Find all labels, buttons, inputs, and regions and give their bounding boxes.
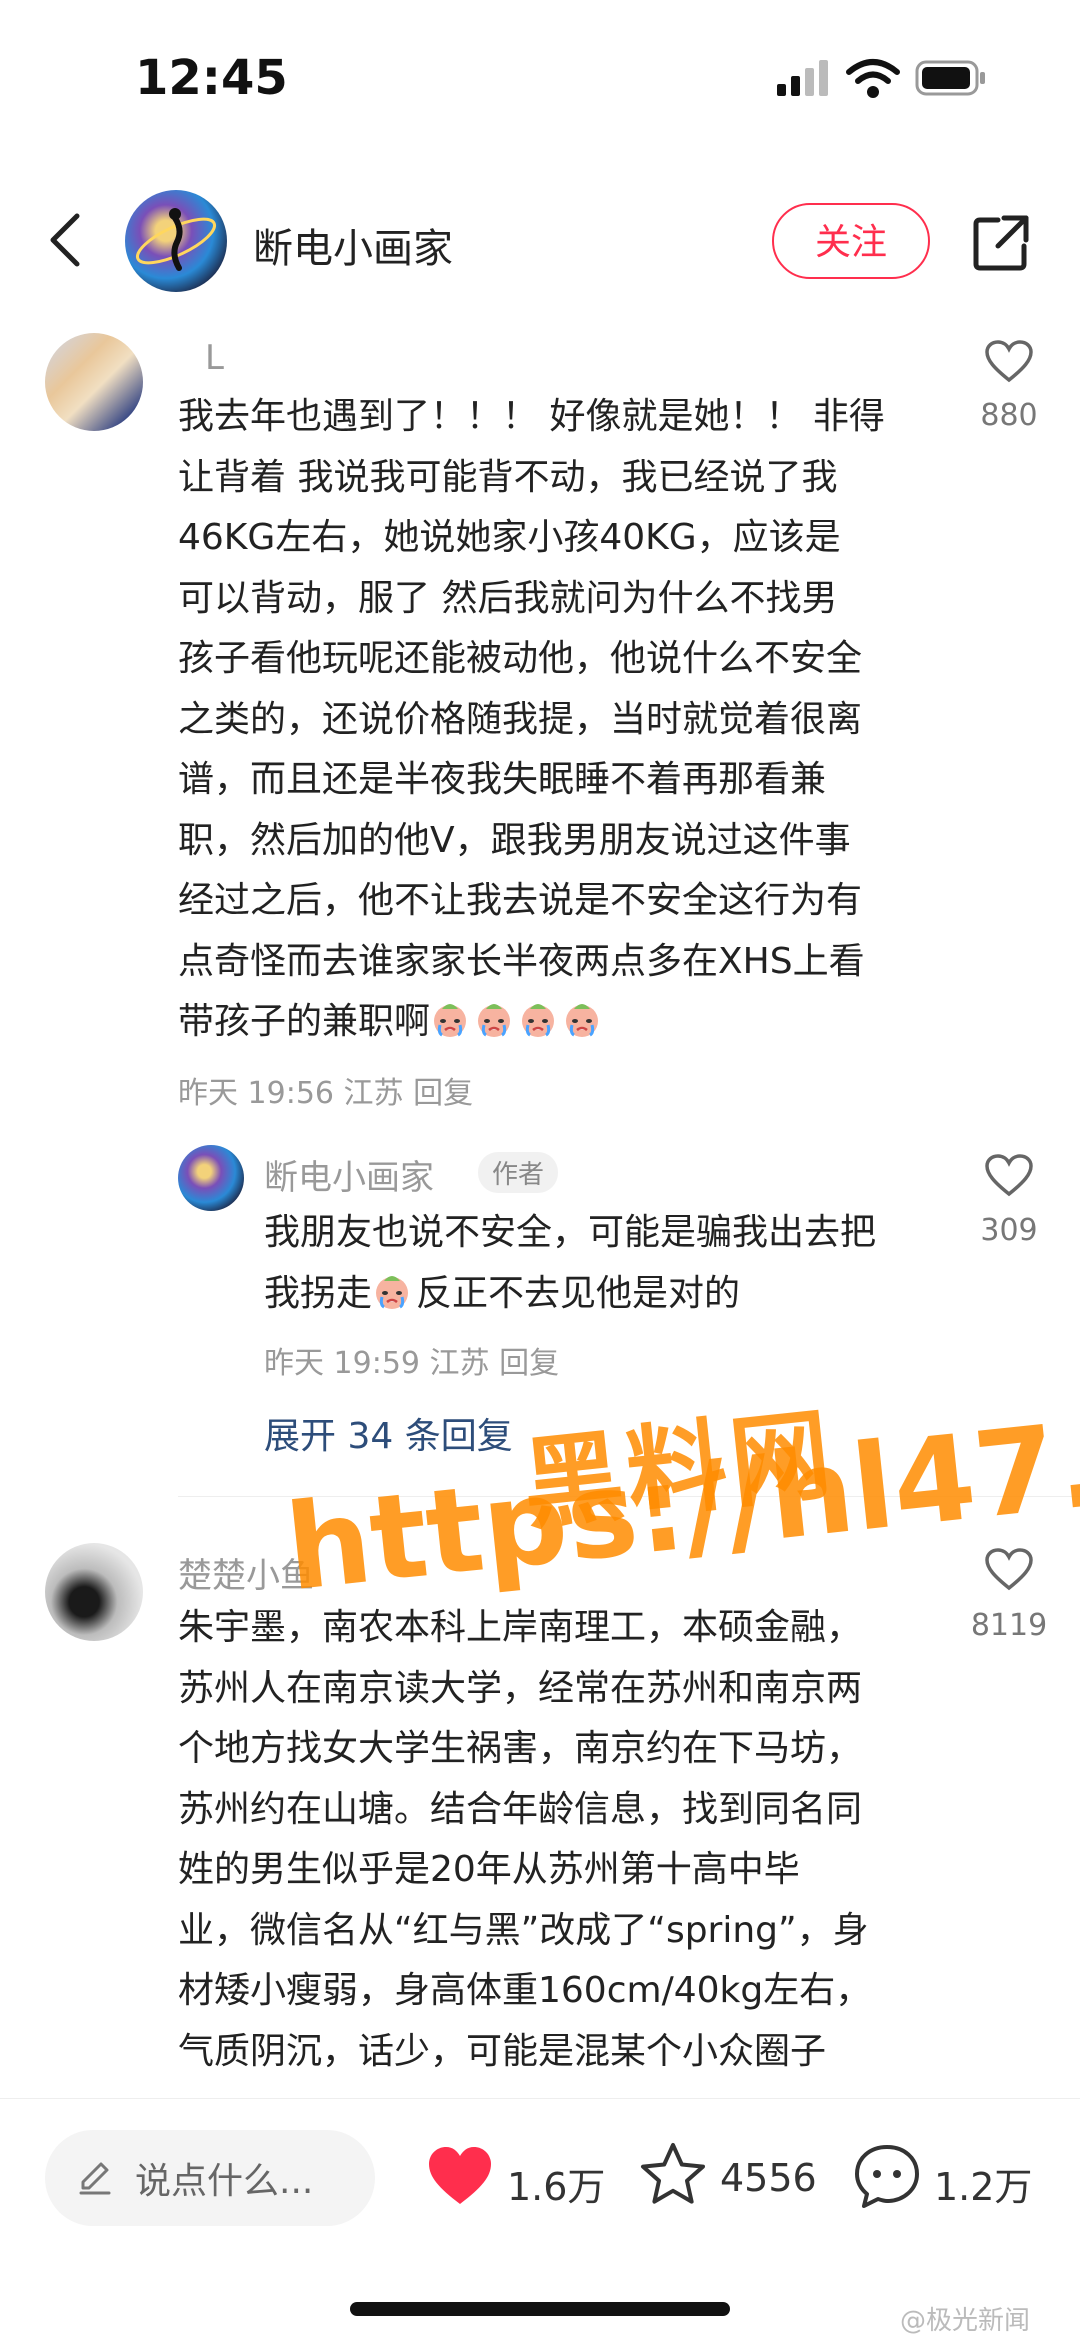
commenter-avatar[interactable] (45, 333, 143, 431)
crying-face-emoji-icon (478, 1004, 511, 1037)
comment-body: 我去年也遇到了！！！ 好像就是她！！ 非得 让背着 我说我可能背不动，我已经说了… (178, 387, 958, 1053)
home-indicator[interactable] (350, 2302, 730, 2316)
like-count: 8119 (970, 1608, 1048, 1643)
crying-face-emoji-icon (434, 1004, 467, 1037)
like-heart-icon[interactable] (984, 340, 1034, 384)
comment-line: 之类的，还说价格随我提，当时就觉着很离 (178, 698, 863, 740)
status-time: 12:45 (135, 50, 288, 106)
comment-line: 可以背动，服了 然后我就问为什么不找男 (178, 577, 838, 619)
post-comment-count: 1.2万 (934, 2165, 1033, 2209)
comment-text: 反正不去见他是对的 (416, 1272, 741, 1314)
watermark-credit: @极光新闻 (900, 2306, 1031, 2336)
star-icon[interactable] (638, 2140, 708, 2210)
post-like-count: 1.6万 (507, 2165, 606, 2209)
wifi-icon (846, 59, 900, 98)
author-badge: 作者 (478, 1152, 559, 1193)
like-heart-icon[interactable] (984, 1548, 1034, 1592)
reply-meta[interactable]: 昨天 19:59 江苏 回复 (264, 1338, 559, 1382)
back-arrow-icon[interactable] (45, 210, 85, 270)
heart-filled-icon[interactable] (425, 2142, 495, 2212)
comment-line: 苏州人在南京读大学，经常在苏州和南京两 (178, 1667, 863, 1709)
battery-icon (915, 60, 985, 96)
like-count: 880 (980, 398, 1038, 433)
comment-line: 个地方找女大学生祸害，南京约在下马坊， (178, 1728, 863, 1769)
cellular-signal-icon (777, 60, 828, 96)
comment-line: 姓的男生似乎是20年从苏州第十高中毕 (178, 1849, 800, 1890)
dancer-figure-icon (135, 208, 217, 271)
author-name[interactable]: 断电小画家 (253, 216, 453, 274)
comment-line: 我朋友也说不安全，可能是骗我出去把 (264, 1212, 877, 1253)
comment-line: 46KG左右，她说她家小孩40KG，应该是 (178, 517, 841, 558)
comment-line: 让背着 我说我可能背不动，我已经说了我 (178, 456, 838, 498)
like-count: 309 (980, 1213, 1038, 1248)
comment-line-with-emoji: 带孩子的兼职啊 (178, 992, 958, 1053)
comment-body: 朱宇墨，南农本科上岸南理工，本硕金融， 苏州人在南京读大学，经常在苏州和南京两 … (178, 1598, 958, 2082)
follow-button[interactable]: 关注 (772, 203, 930, 279)
comment-line: 业，微信名从“红与黑”改成了“spring”，身 (178, 1909, 869, 1951)
comment-text: 带孩子的兼职啊 (178, 1001, 431, 1042)
crying-face-emoji-icon (376, 1275, 409, 1309)
comment-line: 点奇怪而去谁家家长半夜两点多在XHS上看 (178, 940, 865, 982)
crying-face-emoji-icon (566, 1004, 599, 1037)
comment-line-with-emoji: 我拐走 反正不去见他是对的 (264, 1264, 964, 1325)
commenter-avatar[interactable] (45, 1543, 143, 1641)
commenter-name[interactable]: L (205, 338, 224, 378)
comment-line: 经过之后，他不让我去说是不安全这行为有 (178, 880, 863, 921)
expand-replies-link[interactable]: 展开 34 条回复 (264, 1407, 513, 1459)
comment-line: 我去年也遇到了！！！ 好像就是她！！ 非得 (178, 396, 885, 437)
pencil-icon (79, 2162, 111, 2195)
comment-line: 苏州约在山塘。结合年龄信息，找到同名同 (178, 1788, 863, 1830)
comment-line: 材矮小瘦弱，身高体重160cm/40kg左右， (178, 1970, 872, 2011)
comment-line: 职，然后加的他V，跟我男朋友说过这件事 (178, 819, 851, 861)
reply-author-name[interactable]: 断电小画家 (264, 1150, 434, 1199)
share-icon[interactable] (970, 212, 1032, 274)
crying-face-emoji-icon (522, 1004, 555, 1037)
comment-input-placeholder[interactable]: 说点什么... (135, 2152, 313, 2204)
post-star-count: 4556 (720, 2156, 817, 2200)
comment-line: 气质阴沉，话少，可能是混某个小众圈子 (178, 2030, 827, 2072)
author-reply-avatar[interactable] (178, 1145, 244, 1211)
author-avatar[interactable] (125, 190, 227, 292)
reply-body: 我朋友也说不安全，可能是骗我出去把 我拐走 反正不去见他是对的 (264, 1203, 964, 1324)
comment-line: 孩子看他玩呢还能被动他，他说什么不安全 (178, 638, 863, 679)
comment-text: 我拐走 (264, 1272, 373, 1314)
comment-line: 谱，而且还是半夜我失眠睡不着再那看兼 (178, 759, 827, 800)
comment-bubble-icon[interactable] (852, 2142, 922, 2212)
comment-meta[interactable]: 昨天 19:56 江苏 回复 (178, 1068, 473, 1112)
like-heart-icon[interactable] (984, 1154, 1034, 1198)
